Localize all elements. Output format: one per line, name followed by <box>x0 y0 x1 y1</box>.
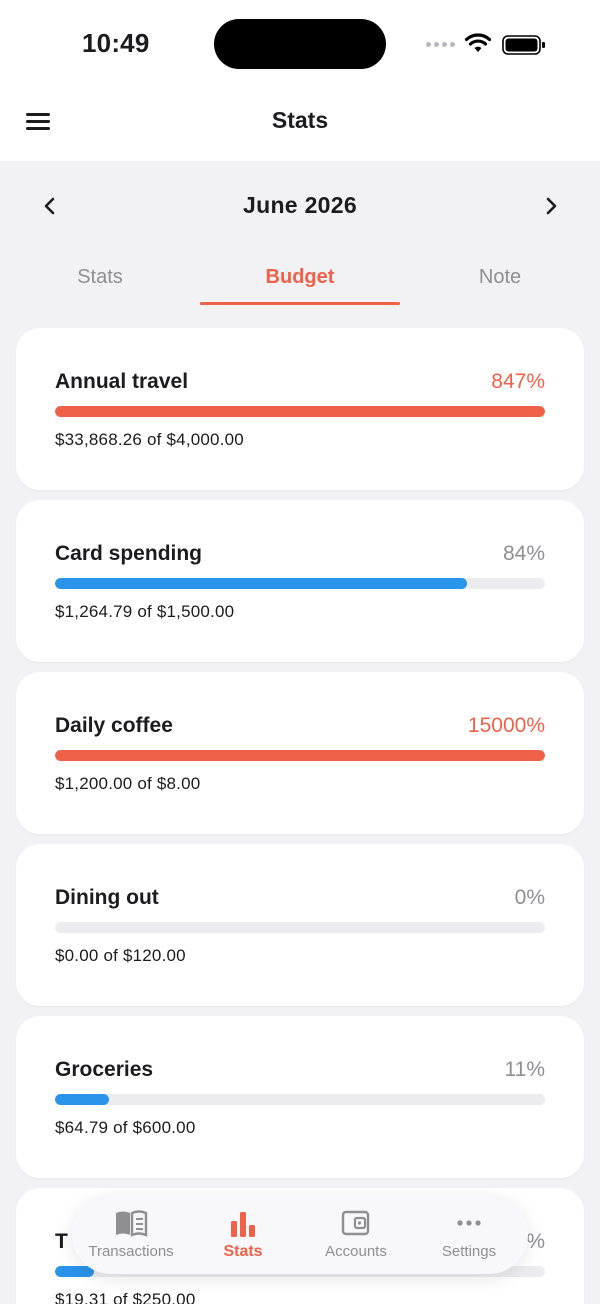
progress-fill <box>55 1094 109 1105</box>
budget-name: T <box>55 1230 68 1253</box>
tabbar-accounts[interactable]: Accounts <box>299 1196 413 1274</box>
screen: 10:49 Stats June 2026 Stats Budget Note … <box>0 0 600 1304</box>
progress-fill <box>55 406 545 417</box>
budget-card-groceries[interactable]: Groceries 11% $64.79 of $600.00 <box>16 1016 584 1178</box>
budget-percent: 84% <box>502 542 545 565</box>
more-dots-icon <box>412 1209 526 1239</box>
budget-name: Daily coffee <box>55 714 173 737</box>
bar-chart-icon <box>186 1209 300 1239</box>
segment-tabs: Stats Budget Note <box>0 260 600 306</box>
tab-stats[interactable]: Stats <box>0 260 200 306</box>
budget-name: Groceries <box>55 1058 154 1081</box>
progress-track <box>55 406 545 417</box>
chevron-right-icon[interactable] <box>539 194 563 218</box>
bottom-tab-bar: Transactions Stats Accounts Settings <box>72 1196 528 1274</box>
budget-name: Dining out <box>55 886 159 909</box>
active-tab-indicator <box>200 302 400 305</box>
month-label: June 2026 <box>243 192 357 218</box>
tabbar-label: Accounts <box>325 1243 387 1260</box>
tabbar-label: Stats <box>223 1243 263 1260</box>
tabbar-transactions[interactable]: Transactions <box>74 1196 188 1274</box>
tab-note[interactable]: Note <box>400 260 600 306</box>
page-title: Stats <box>271 107 329 133</box>
budget-amount: $1,264.79 of $1,500.00 <box>55 602 235 621</box>
budget-amount: $0.00 of $120.00 <box>55 946 186 965</box>
budget-percent: 11% <box>504 1058 545 1081</box>
top-bar: 10:49 Stats <box>0 0 600 161</box>
status-icons <box>426 32 546 56</box>
budget-card-dining-out[interactable]: Dining out 0% $0.00 of $120.00 <box>16 844 584 1006</box>
budget-percent: 15000% <box>467 714 545 737</box>
book-icon <box>74 1209 188 1239</box>
progress-track <box>55 750 545 761</box>
dynamic-island <box>214 19 386 69</box>
budget-percent: 0% <box>514 886 545 909</box>
month-selector: June 2026 <box>0 186 600 226</box>
budget-name: Card spending <box>55 542 203 565</box>
progress-track <box>55 922 545 933</box>
budget-amount: $1,200.00 of $8.00 <box>55 774 201 793</box>
battery-icon <box>502 35 545 55</box>
budget-card-card-spending[interactable]: Card spending 84% $1,264.79 of $1,500.00 <box>16 500 584 662</box>
tabbar-label: Settings <box>441 1243 497 1260</box>
status-time: 10:49 <box>82 28 150 58</box>
budget-card-daily-coffee[interactable]: Daily coffee 15000% $1,200.00 of $8.00 <box>16 672 584 834</box>
budget-card-annual-travel[interactable]: Annual travel 847% $33,868.26 of $4,000.… <box>16 328 584 490</box>
tabbar-settings[interactable]: Settings <box>412 1196 526 1274</box>
tab-budget[interactable]: Budget <box>200 260 400 306</box>
progress-track <box>55 1094 545 1105</box>
budget-percent: 847% <box>491 370 545 393</box>
budget-amount: $64.79 of $600.00 <box>55 1118 196 1137</box>
progress-fill <box>55 750 545 761</box>
wallet-icon <box>299 1209 413 1239</box>
budget-name: Annual travel <box>55 370 189 393</box>
wifi-icon <box>464 33 492 52</box>
budget-percent: % <box>526 1230 545 1253</box>
tabbar-stats[interactable]: Stats <box>186 1196 300 1274</box>
progress-track <box>55 578 545 589</box>
progress-fill <box>55 578 467 589</box>
budget-amount: $19.31 of $250.00 <box>55 1290 196 1304</box>
cellular-signal-icon <box>426 42 455 47</box>
budget-amount: $33,868.26 of $4,000.00 <box>55 430 244 449</box>
tabbar-label: Transactions <box>88 1243 174 1260</box>
